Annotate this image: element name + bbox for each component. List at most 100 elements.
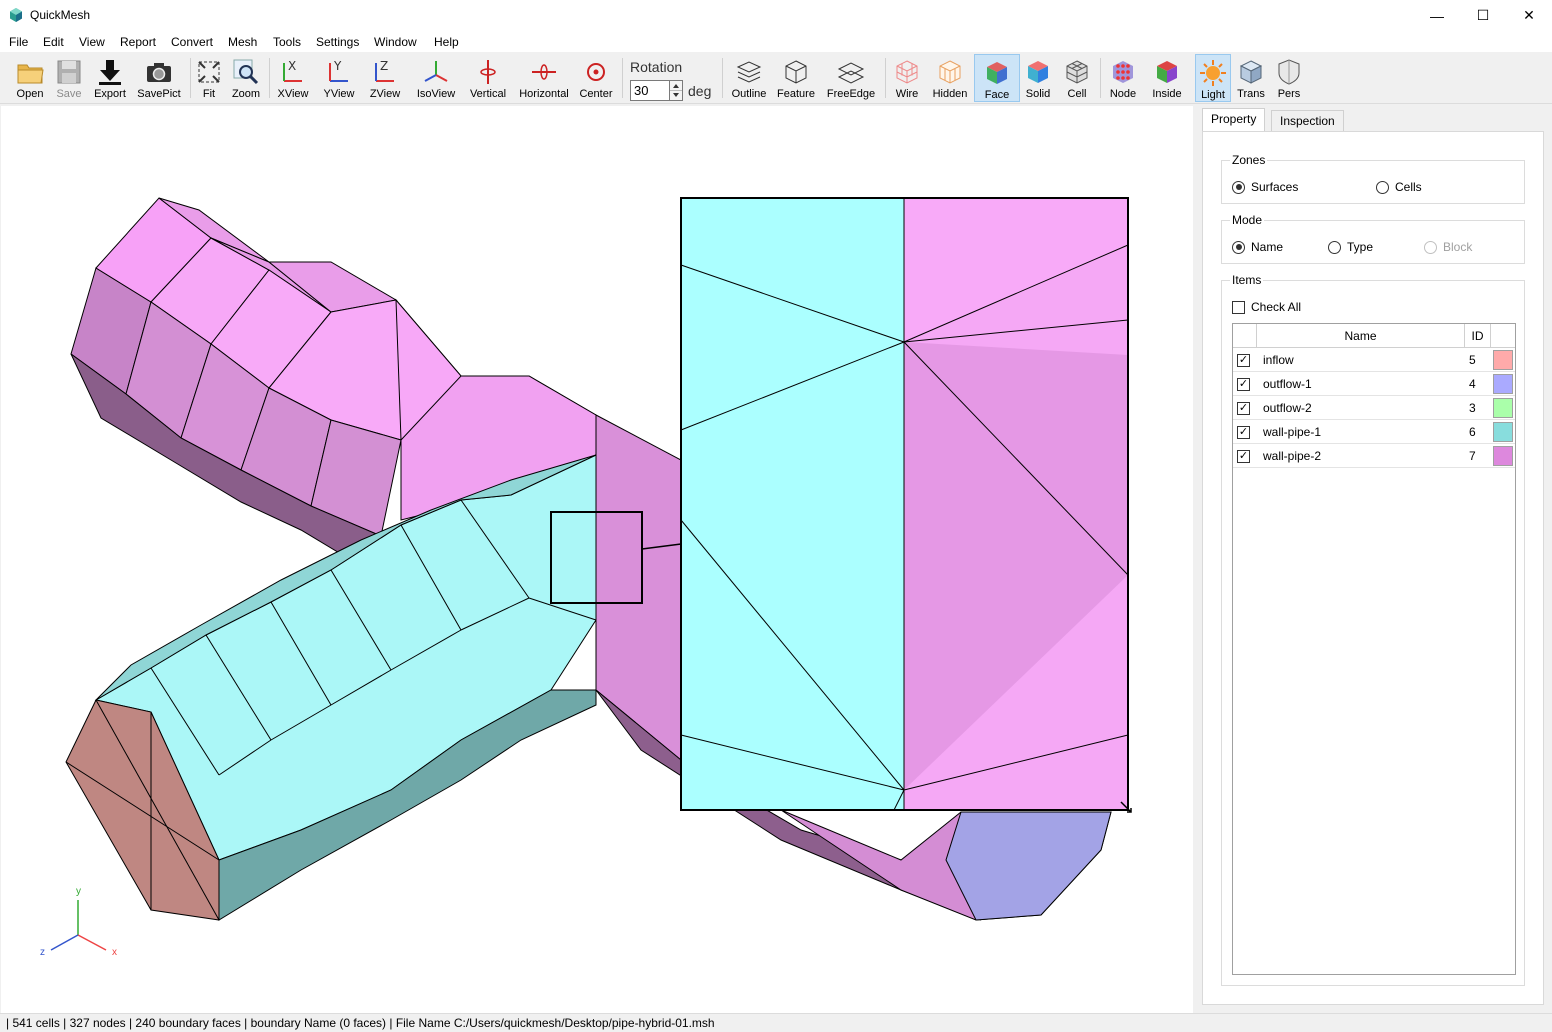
rotate-center-icon <box>587 63 605 81</box>
mesh-viewport[interactable]: y z x <box>1 106 1193 1013</box>
feature-button[interactable]: Feature <box>774 54 818 102</box>
table-row[interactable]: ✓ inflow 5 <box>1233 348 1515 372</box>
menu-file[interactable]: File <box>9 35 28 49</box>
items-title: Items <box>1230 273 1264 287</box>
property-tab-body: Zones Surfaces Cells Mode Name Type Bloc… <box>1202 131 1544 1005</box>
table-row[interactable]: ✓ outflow-1 4 <box>1233 372 1515 396</box>
mesh-render[interactable] <box>1 106 1193 1013</box>
open-button[interactable]: Open <box>12 54 48 102</box>
save-button[interactable]: Save <box>52 54 86 102</box>
row-checkbox[interactable]: ✓ <box>1237 396 1256 420</box>
menu-edit[interactable]: Edit <box>43 35 64 49</box>
zoom-button[interactable]: Zoom <box>229 54 263 102</box>
menu-tools[interactable]: Tools <box>273 35 301 49</box>
row-id: 7 <box>1469 449 1476 463</box>
row-id: 6 <box>1469 425 1476 439</box>
fit-button[interactable]: Fit <box>194 54 224 102</box>
row-id: 5 <box>1469 353 1476 367</box>
row-id: 3 <box>1469 401 1476 415</box>
svg-text:Y: Y <box>333 59 342 73</box>
radio-checked-icon <box>1232 240 1245 254</box>
color-swatch[interactable] <box>1493 422 1513 442</box>
zones-cells-radio[interactable]: Cells <box>1376 180 1422 194</box>
trans-button[interactable]: Trans <box>1235 54 1267 102</box>
close-button[interactable]: ✕ <box>1506 0 1552 31</box>
minimize-button[interactable]: — <box>1414 0 1460 31</box>
panel-splitter[interactable] <box>1193 106 1200 1013</box>
tab-inspection[interactable]: Inspection <box>1271 110 1344 132</box>
toolbar-separator <box>622 58 623 98</box>
free-edge-icon <box>837 62 865 84</box>
tab-property[interactable]: Property <box>1202 108 1266 132</box>
wire-button[interactable]: Wire <box>890 54 924 102</box>
radio-unchecked-icon <box>1376 180 1389 194</box>
pers-button[interactable]: Pers <box>1274 54 1304 102</box>
color-swatch[interactable] <box>1493 350 1513 370</box>
color-swatch[interactable] <box>1493 446 1513 466</box>
row-checkbox[interactable]: ✓ <box>1237 420 1256 444</box>
mode-block-radio: Block <box>1424 240 1472 254</box>
toolbar-separator <box>885 58 886 98</box>
color-swatch[interactable] <box>1493 398 1513 418</box>
row-checkbox[interactable]: ✓ <box>1237 348 1256 372</box>
face-button[interactable]: Face <box>974 54 1020 102</box>
rotation-angle-input[interactable]: 30 <box>630 80 670 101</box>
horizontal-rotate-button[interactable]: Horizontal <box>516 54 572 102</box>
property-panel: Property Inspection Zones Surfaces Cells… <box>1200 106 1552 1013</box>
node-button[interactable]: Node <box>1106 54 1140 102</box>
xview-button[interactable]: X XView <box>275 54 311 102</box>
hidden-button[interactable]: Hidden <box>930 54 970 102</box>
status-bar: | 541 cells | 327 nodes | 240 boundary f… <box>0 1013 1552 1032</box>
row-checkbox[interactable]: ✓ <box>1237 372 1256 396</box>
menu-mesh[interactable]: Mesh <box>228 35 257 49</box>
table-row[interactable]: ✓ wall-pipe-1 6 <box>1233 420 1515 444</box>
camera-icon <box>147 63 171 82</box>
row-name: outflow-1 <box>1263 377 1312 391</box>
zones-surfaces-radio[interactable]: Surfaces <box>1232 180 1298 194</box>
outline-button[interactable]: Outline <box>728 54 770 102</box>
row-name: outflow-2 <box>1263 401 1312 415</box>
table-row[interactable]: ✓ wall-pipe-2 7 <box>1233 444 1515 468</box>
menu-window[interactable]: Window <box>374 35 417 49</box>
mode-type-radio[interactable]: Type <box>1328 240 1373 254</box>
checkbox-checked-icon: ✓ <box>1237 449 1250 463</box>
solid-button[interactable]: Solid <box>1022 54 1054 102</box>
table-header-id[interactable]: ID <box>1465 324 1491 348</box>
zoom-inset[interactable] <box>680 197 1132 813</box>
hidden-line-cube-icon <box>939 60 961 84</box>
savepict-button[interactable]: SavePict <box>136 54 182 102</box>
inside-button[interactable]: Inside <box>1148 54 1186 102</box>
axis-x-label: x <box>112 947 117 958</box>
row-checkbox[interactable]: ✓ <box>1237 444 1256 468</box>
light-button[interactable]: Light <box>1195 54 1231 102</box>
menu-settings[interactable]: Settings <box>316 35 359 49</box>
vertical-rotate-button[interactable]: Vertical <box>466 54 510 102</box>
rotation-spinner[interactable] <box>669 80 683 101</box>
center-rotate-button[interactable]: Center <box>576 54 616 102</box>
menu-help[interactable]: Help <box>434 35 459 49</box>
light-sun-icon <box>1200 60 1226 86</box>
mode-group: Mode Name Type Block <box>1221 213 1525 264</box>
table-header-name[interactable]: Name <box>1257 324 1465 348</box>
fit-view-icon <box>198 61 220 83</box>
app-logo-icon <box>10 8 22 22</box>
isoview-button[interactable]: IsoView <box>413 54 459 102</box>
mode-name-radio[interactable]: Name <box>1232 240 1283 254</box>
cell-button[interactable]: Cell <box>1062 54 1092 102</box>
axis-z-label: z <box>40 947 45 958</box>
color-swatch[interactable] <box>1493 374 1513 394</box>
check-all-checkbox[interactable]: Check All <box>1232 300 1301 314</box>
save-disk-icon <box>57 60 81 84</box>
row-name: wall-pipe-1 <box>1263 425 1322 439</box>
yview-button[interactable]: Y YView <box>321 54 357 102</box>
axis-y-label: y <box>76 886 81 897</box>
radio-checked-icon <box>1232 180 1245 194</box>
menu-convert[interactable]: Convert <box>171 35 213 49</box>
table-row[interactable]: ✓ outflow-2 3 <box>1233 396 1515 420</box>
freeedge-button[interactable]: FreeEdge <box>824 54 878 102</box>
menu-report[interactable]: Report <box>120 35 156 49</box>
menu-view[interactable]: View <box>79 35 105 49</box>
zview-button[interactable]: Z ZView <box>367 54 403 102</box>
export-button[interactable]: Export <box>92 54 128 102</box>
maximize-button[interactable]: ☐ <box>1460 0 1506 31</box>
